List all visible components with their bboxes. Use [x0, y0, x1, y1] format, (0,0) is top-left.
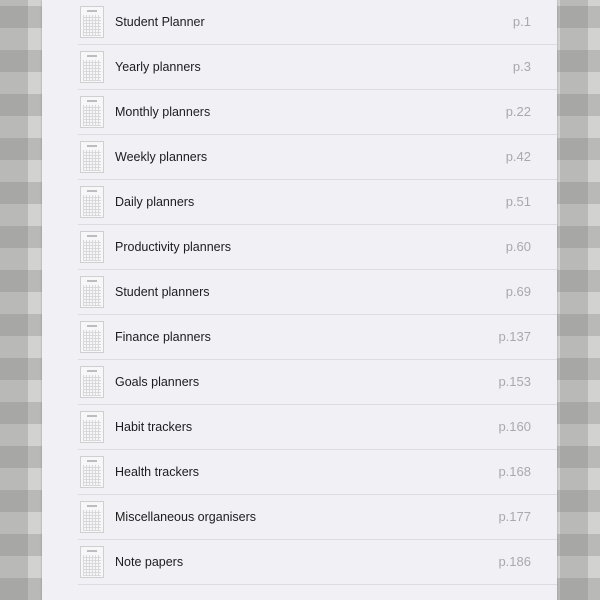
- toc-row-goals-planners[interactable]: Goals planners p.153: [78, 360, 557, 405]
- toc-row-habit-trackers[interactable]: Habit trackers p.160: [78, 405, 557, 450]
- toc-row-miscellaneous-organisers[interactable]: Miscellaneous organisers p.177: [78, 495, 557, 540]
- toc-row-page-number: p.60: [505, 239, 531, 254]
- planner-page-thumbnail-icon: [80, 501, 104, 533]
- toc-row-title: Yearly planners: [115, 60, 201, 74]
- toc-row-title: Productivity planners: [115, 240, 232, 254]
- toc-row-page-number: p.137: [498, 329, 531, 344]
- toc-row-note-papers[interactable]: Note papers p.186: [78, 540, 557, 585]
- toc-row-title: Monthly planners: [115, 105, 211, 119]
- toc-row-daily-planners[interactable]: Daily planners p.51: [78, 180, 557, 225]
- toc-row-yearly-planners[interactable]: Yearly planners p.3: [78, 45, 557, 90]
- toc-row-student-planners[interactable]: Student planners p.69: [78, 270, 557, 315]
- planner-page-thumbnail-icon: [80, 411, 104, 443]
- planner-page-thumbnail-icon: [80, 366, 104, 398]
- toc-row-page-number: p.22: [505, 104, 531, 119]
- toc-row-title: Finance planners: [115, 330, 211, 344]
- toc-row-title: Goals planners: [115, 375, 200, 389]
- toc-row-page-number: p.153: [498, 374, 531, 389]
- toc-row-page-number: p.186: [498, 554, 531, 569]
- toc-row-page-number: p.42: [505, 149, 531, 164]
- toc-row-page-number: p.51: [505, 194, 531, 209]
- planner-page-thumbnail-icon: [80, 51, 104, 83]
- toc-row-page-number: p.69: [505, 284, 531, 299]
- toc-row-student-planner[interactable]: Student Planner p.1: [78, 0, 557, 45]
- planner-page-thumbnail-icon: [80, 6, 104, 38]
- table-of-contents-panel: Student Planner p.1 Yearly planners p.3 …: [42, 0, 557, 600]
- toc-row-finance-planners[interactable]: Finance planners p.137: [78, 315, 557, 360]
- toc-row-weekly-planners[interactable]: Weekly planners p.42: [78, 135, 557, 180]
- toc-row-title: Weekly planners: [115, 150, 208, 164]
- toc-row-productivity-planners[interactable]: Productivity planners p.60: [78, 225, 557, 270]
- planner-page-thumbnail-icon: [80, 141, 104, 173]
- table-of-contents-list: Student Planner p.1 Yearly planners p.3 …: [78, 0, 557, 585]
- planner-page-thumbnail-icon: [80, 186, 104, 218]
- toc-row-monthly-planners[interactable]: Monthly planners p.22: [78, 90, 557, 135]
- toc-row-page-number: p.168: [498, 464, 531, 479]
- toc-row-title: Habit trackers: [115, 420, 193, 434]
- planner-page-thumbnail-icon: [80, 96, 104, 128]
- toc-row-title: Note papers: [115, 555, 184, 569]
- toc-row-title: Miscellaneous organisers: [115, 510, 257, 524]
- planner-page-thumbnail-icon: [80, 456, 104, 488]
- toc-row-title: Student Planner: [115, 15, 205, 29]
- toc-row-page-number: p.160: [498, 419, 531, 434]
- planner-page-thumbnail-icon: [80, 321, 104, 353]
- toc-row-title: Health trackers: [115, 465, 200, 479]
- toc-row-title: Daily planners: [115, 195, 195, 209]
- toc-row-health-trackers[interactable]: Health trackers p.168: [78, 450, 557, 495]
- planner-page-thumbnail-icon: [80, 276, 104, 308]
- toc-row-page-number: p.177: [498, 509, 531, 524]
- planner-page-thumbnail-icon: [80, 546, 104, 578]
- planner-page-thumbnail-icon: [80, 231, 104, 263]
- toc-row-title: Student planners: [115, 285, 210, 299]
- toc-row-page-number: p.1: [512, 14, 531, 29]
- toc-row-page-number: p.3: [512, 59, 531, 74]
